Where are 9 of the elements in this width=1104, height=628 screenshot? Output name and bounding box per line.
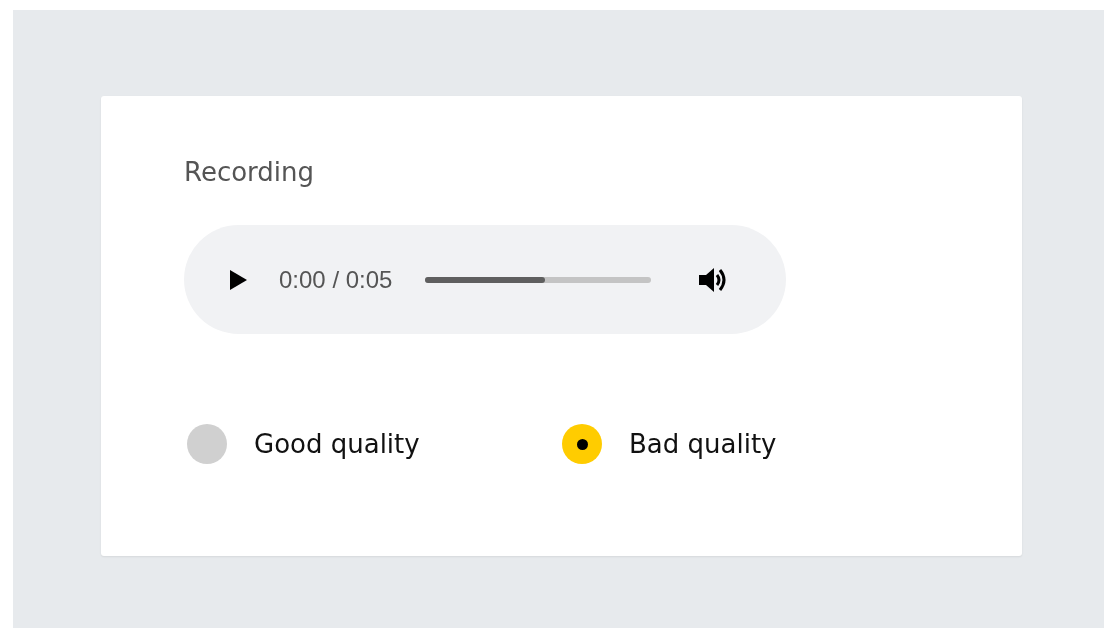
time-display: 0:00 / 0:05 xyxy=(279,265,393,294)
option-label: Good quality xyxy=(254,429,420,459)
play-icon xyxy=(229,269,247,290)
audio-player[interactable]: 0:00 / 0:05 xyxy=(184,225,786,334)
section-title: Recording xyxy=(184,156,316,188)
radio-button[interactable] xyxy=(562,424,602,464)
progress-track[interactable] xyxy=(425,276,652,283)
option-label: Bad quality xyxy=(629,429,777,459)
radio-button[interactable] xyxy=(187,424,227,464)
